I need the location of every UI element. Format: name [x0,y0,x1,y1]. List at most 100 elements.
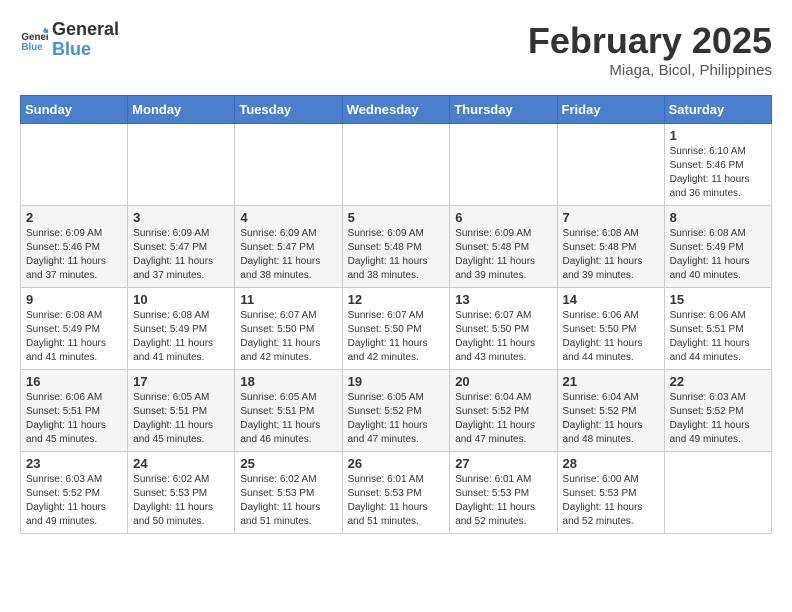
logo-icon: General Blue [20,26,48,54]
logo-blue-text: Blue [52,40,119,60]
day-number: 15 [670,292,766,307]
day-info: Sunrise: 6:09 AM Sunset: 5:48 PM Dayligh… [348,227,445,283]
day-number: 13 [455,292,551,307]
calendar-cell: 21 Sunrise: 6:04 AM Sunset: 5:52 PM Dayli… [557,370,664,452]
calendar-cell: 3 Sunrise: 6:09 AM Sunset: 5:47 PM Daylig… [128,206,235,288]
title-area: February 2025 Miaga, Bicol, Philippines [528,20,772,79]
day-number: 3 [133,210,229,225]
calendar-cell: 15 Sunrise: 6:06 AM Sunset: 5:51 PM Dayli… [664,288,771,370]
day-info: Sunrise: 6:06 AM Sunset: 5:51 PM Dayligh… [26,391,122,447]
calendar-week-3: 16Sunrise: 6:06 AM Sunset: 5:51 PM Dayli… [21,370,772,452]
calendar-cell: 17Sunrise: 6:05 AM Sunset: 5:51 PM Dayli… [128,370,235,452]
calendar-week-4: 23 Sunrise: 6:03 AM Sunset: 5:52 PM Dayli… [21,452,772,534]
calendar-cell: 24 Sunrise: 6:02 AM Sunset: 5:53 PM Dayli… [128,452,235,534]
day-number: 11 [240,292,336,307]
calendar-cell: 5 Sunrise: 6:09 AM Sunset: 5:48 PM Daylig… [342,206,450,288]
day-info: Sunrise: 6:08 AM Sunset: 5:49 PM Dayligh… [26,309,122,365]
calendar-cell: 20Sunrise: 6:04 AM Sunset: 5:52 PM Dayli… [450,370,557,452]
calendar-cell: 6 Sunrise: 6:09 AM Sunset: 5:48 PM Daylig… [450,206,557,288]
calendar-cell: 23 Sunrise: 6:03 AM Sunset: 5:52 PM Dayli… [21,452,128,534]
day-number: 24 [133,456,229,471]
day-info: Sunrise: 6:09 AM Sunset: 5:47 PM Dayligh… [240,227,336,283]
calendar-cell: 2 Sunrise: 6:09 AM Sunset: 5:46 PM Daylig… [21,206,128,288]
day-of-week-saturday: Saturday [664,96,771,124]
day-info: Sunrise: 6:09 AM Sunset: 5:47 PM Dayligh… [133,227,229,283]
day-info: Sunrise: 6:07 AM Sunset: 5:50 PM Dayligh… [240,309,336,365]
day-number: 26 [348,456,445,471]
calendar-cell [128,124,235,206]
day-info: Sunrise: 6:04 AM Sunset: 5:52 PM Dayligh… [563,391,659,447]
calendar-cell: 13 Sunrise: 6:07 AM Sunset: 5:50 PM Dayli… [450,288,557,370]
day-number: 18 [240,374,336,389]
calendar-cell: 11 Sunrise: 6:07 AM Sunset: 5:50 PM Dayli… [235,288,342,370]
day-number: 25 [240,456,336,471]
day-info: Sunrise: 6:08 AM Sunset: 5:48 PM Dayligh… [563,227,659,283]
day-info: Sunrise: 6:01 AM Sunset: 5:53 PM Dayligh… [455,473,551,529]
day-number: 19 [348,374,445,389]
calendar-week-0: 1Sunrise: 6:10 AM Sunset: 5:46 PM Daylig… [21,124,772,206]
day-number: 10 [133,292,229,307]
day-number: 28 [563,456,659,471]
day-number: 21 [563,374,659,389]
day-info: Sunrise: 6:02 AM Sunset: 5:53 PM Dayligh… [240,473,336,529]
calendar-cell: 4Sunrise: 6:09 AM Sunset: 5:47 PM Daylig… [235,206,342,288]
day-number: 1 [670,128,766,143]
day-number: 7 [563,210,659,225]
day-of-week-tuesday: Tuesday [235,96,342,124]
calendar-cell: 12 Sunrise: 6:07 AM Sunset: 5:50 PM Dayli… [342,288,450,370]
calendar-week-1: 2 Sunrise: 6:09 AM Sunset: 5:46 PM Daylig… [21,206,772,288]
calendar-cell: 7 Sunrise: 6:08 AM Sunset: 5:48 PM Daylig… [557,206,664,288]
day-info: Sunrise: 6:00 AM Sunset: 5:53 PM Dayligh… [563,473,659,529]
calendar-cell: 18 Sunrise: 6:05 AM Sunset: 5:51 PM Dayli… [235,370,342,452]
day-info: Sunrise: 6:04 AM Sunset: 5:52 PM Dayligh… [455,391,551,447]
day-number: 14 [563,292,659,307]
day-info: Sunrise: 6:09 AM Sunset: 5:48 PM Dayligh… [455,227,551,283]
calendar-cell [342,124,450,206]
day-number: 2 [26,210,122,225]
calendar-cell [557,124,664,206]
day-of-week-monday: Monday [128,96,235,124]
day-of-week-friday: Friday [557,96,664,124]
day-number: 12 [348,292,445,307]
calendar-cell: 8Sunrise: 6:08 AM Sunset: 5:49 PM Daylig… [664,206,771,288]
day-info: Sunrise: 6:01 AM Sunset: 5:53 PM Dayligh… [348,473,445,529]
day-number: 6 [455,210,551,225]
logo: General Blue General Blue [20,20,119,60]
calendar-cell: 25 Sunrise: 6:02 AM Sunset: 5:53 PM Dayli… [235,452,342,534]
day-info: Sunrise: 6:07 AM Sunset: 5:50 PM Dayligh… [348,309,445,365]
day-number: 27 [455,456,551,471]
day-number: 8 [670,210,766,225]
calendar: SundayMondayTuesdayWednesdayThursdayFrid… [20,95,772,534]
day-number: 23 [26,456,122,471]
calendar-cell [235,124,342,206]
day-info: Sunrise: 6:07 AM Sunset: 5:50 PM Dayligh… [455,309,551,365]
day-info: Sunrise: 6:05 AM Sunset: 5:51 PM Dayligh… [133,391,229,447]
calendar-cell: 28 Sunrise: 6:00 AM Sunset: 5:53 PM Dayli… [557,452,664,534]
calendar-cell: 27 Sunrise: 6:01 AM Sunset: 5:53 PM Dayli… [450,452,557,534]
calendar-cell: 10 Sunrise: 6:08 AM Sunset: 5:49 PM Dayli… [128,288,235,370]
day-info: Sunrise: 6:02 AM Sunset: 5:53 PM Dayligh… [133,473,229,529]
day-of-week-wednesday: Wednesday [342,96,450,124]
day-number: 22 [670,374,766,389]
calendar-cell: 19 Sunrise: 6:05 AM Sunset: 5:52 PM Dayli… [342,370,450,452]
day-number: 9 [26,292,122,307]
day-of-week-sunday: Sunday [21,96,128,124]
calendar-cell: 16Sunrise: 6:06 AM Sunset: 5:51 PM Dayli… [21,370,128,452]
logo-general-text: General [52,20,119,40]
location-title: Miaga, Bicol, Philippines [528,62,772,79]
calendar-cell [664,452,771,534]
calendar-cell: 26 Sunrise: 6:01 AM Sunset: 5:53 PM Dayli… [342,452,450,534]
calendar-header-row: SundayMondayTuesdayWednesdayThursdayFrid… [21,96,772,124]
day-info: Sunrise: 6:09 AM Sunset: 5:46 PM Dayligh… [26,227,122,283]
day-info: Sunrise: 6:08 AM Sunset: 5:49 PM Dayligh… [133,309,229,365]
calendar-cell: 22Sunrise: 6:03 AM Sunset: 5:52 PM Dayli… [664,370,771,452]
day-info: Sunrise: 6:05 AM Sunset: 5:51 PM Dayligh… [240,391,336,447]
day-info: Sunrise: 6:03 AM Sunset: 5:52 PM Dayligh… [26,473,122,529]
svg-text:Blue: Blue [21,42,43,53]
day-number: 5 [348,210,445,225]
day-info: Sunrise: 6:06 AM Sunset: 5:50 PM Dayligh… [563,309,659,365]
day-info: Sunrise: 6:06 AM Sunset: 5:51 PM Dayligh… [670,309,766,365]
calendar-week-2: 9 Sunrise: 6:08 AM Sunset: 5:49 PM Daylig… [21,288,772,370]
day-info: Sunrise: 6:05 AM Sunset: 5:52 PM Dayligh… [348,391,445,447]
day-of-week-thursday: Thursday [450,96,557,124]
